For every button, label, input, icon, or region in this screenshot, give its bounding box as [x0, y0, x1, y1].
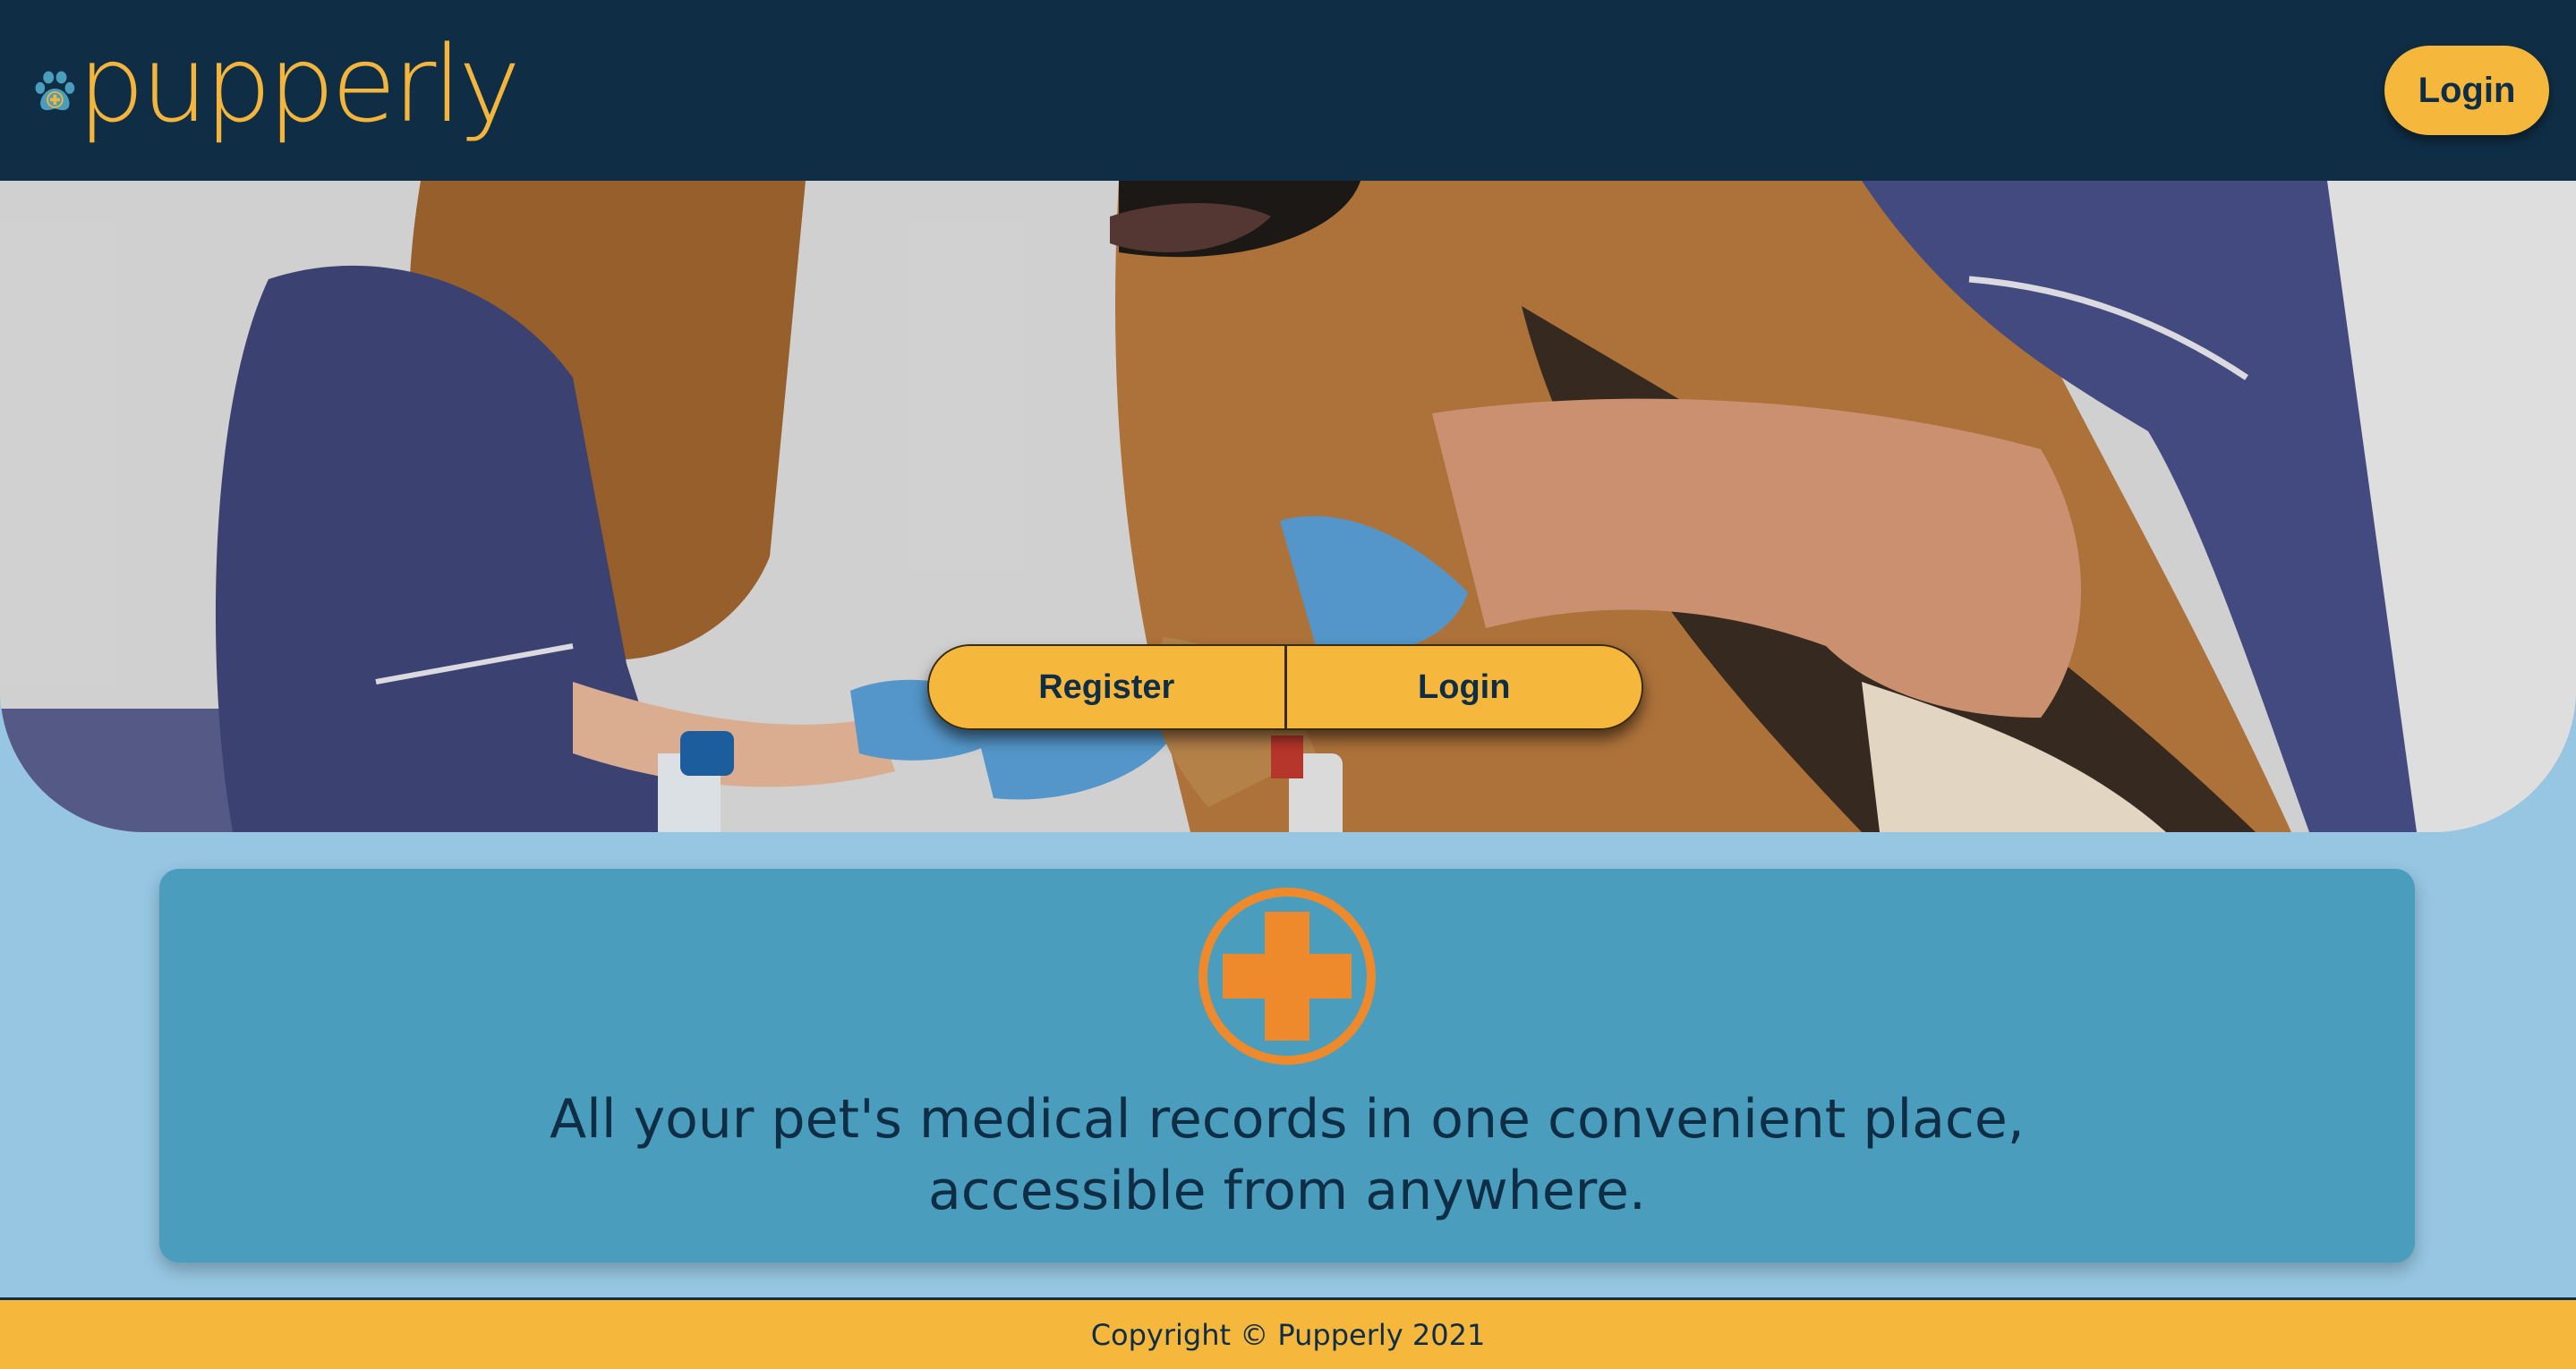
footer: Copyright © Pupperly 2021 — [0, 1297, 2576, 1369]
tagline-line-1: All your pet's medical records in one co… — [550, 1088, 2025, 1151]
navbar: pupperly Login — [0, 0, 2576, 181]
tagline: All your pet's medical records in one co… — [159, 1084, 2415, 1227]
landing-page: pupperly Login Register Login All your p… — [0, 0, 2576, 1369]
hero-login-button[interactable]: Login — [1286, 646, 1642, 728]
register-button[interactable]: Register — [929, 646, 1284, 728]
logo[interactable]: pupperly — [34, 22, 521, 159]
hero-cta-group: Register Login — [927, 644, 1643, 730]
info-card: All your pet's medical records in one co… — [159, 869, 2415, 1263]
hero-image — [0, 181, 2576, 832]
logo-text: pupperly — [77, 22, 521, 146]
tagline-line-2: accessible from anywhere. — [928, 1160, 1646, 1222]
medical-cross-icon — [1198, 888, 1376, 1065]
copyright-text: Copyright © Pupperly 2021 — [1090, 1317, 1486, 1352]
paw-cross-icon — [35, 71, 75, 111]
header-login-button[interactable]: Login — [2384, 46, 2549, 135]
hero-banner: Register Login — [0, 181, 2576, 832]
